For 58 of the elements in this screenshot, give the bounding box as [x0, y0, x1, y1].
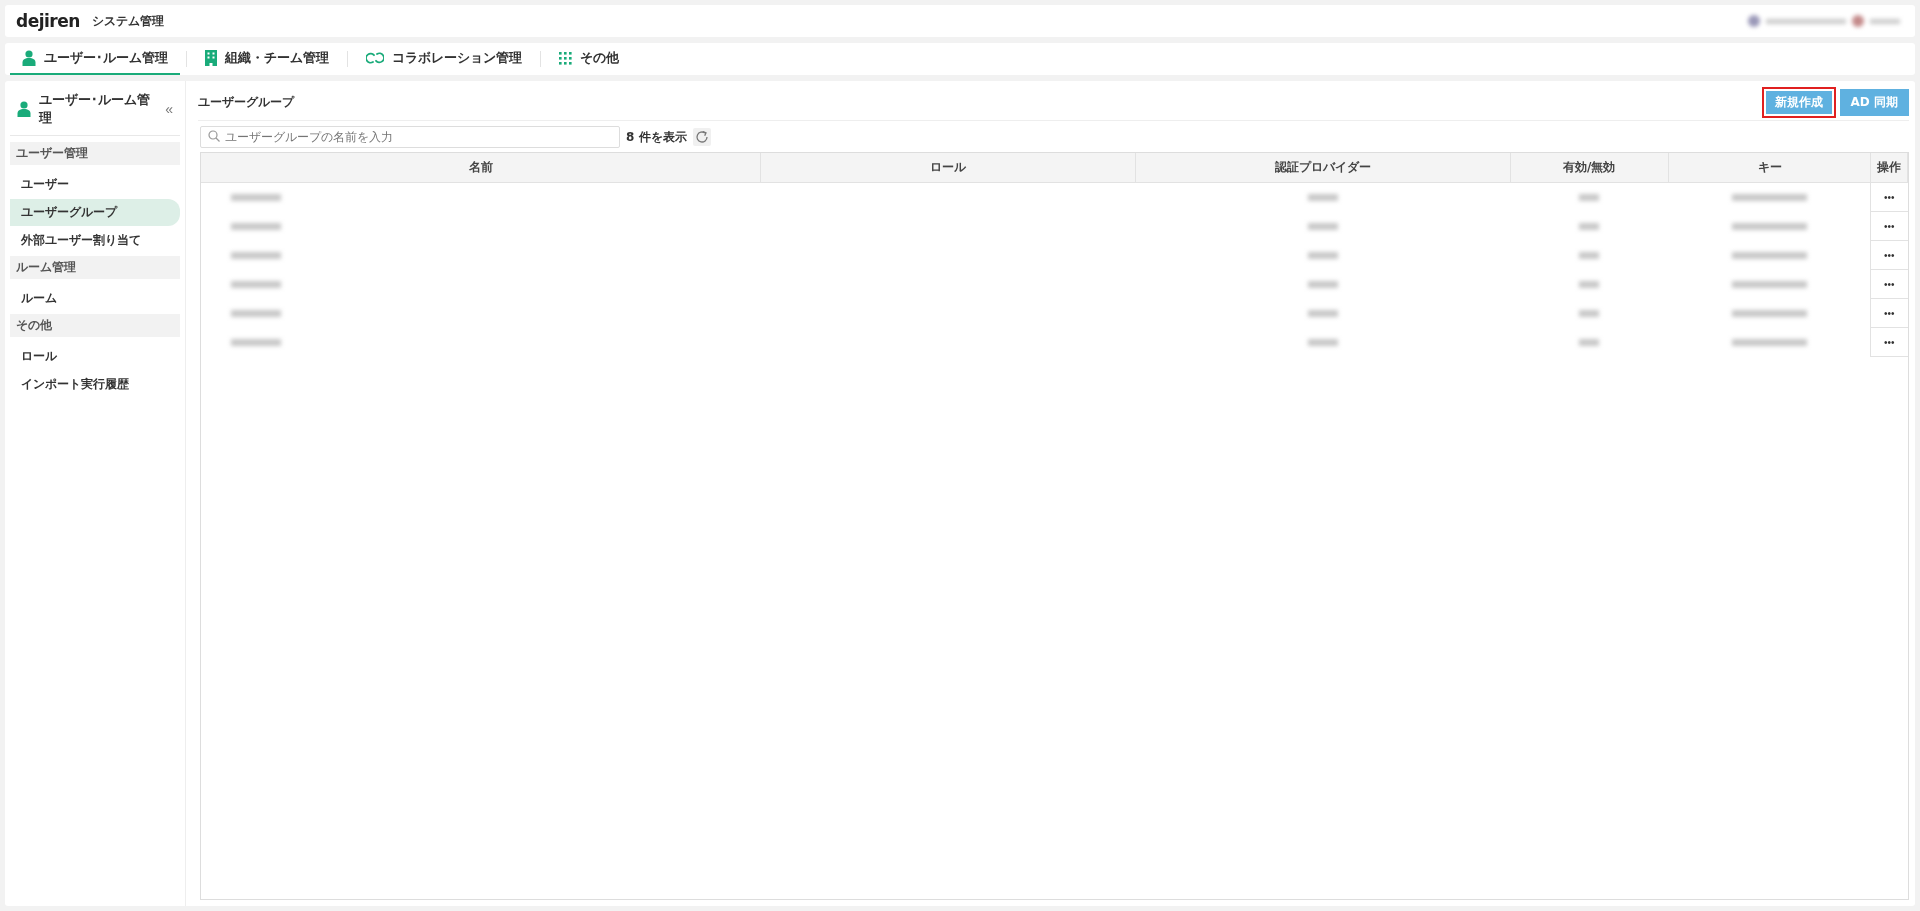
redacted-text: [1307, 310, 1338, 317]
search-field[interactable]: ユーザーグループの名前を入力: [200, 126, 620, 148]
column-header: 名前: [201, 153, 761, 183]
redacted-text: [1307, 281, 1338, 288]
sidebar-title: ユーザー･ルーム管理: [39, 91, 151, 127]
more-button[interactable]: •••: [1882, 220, 1897, 232]
result-count: 8 件を表示: [626, 128, 687, 146]
column-header: ロール: [760, 153, 1136, 183]
section-heading: ルーム管理: [10, 256, 180, 279]
nav-tab[interactable]: コラボレーション管理: [354, 43, 534, 75]
redacted-text: [1307, 223, 1338, 230]
grid-icon: [559, 51, 572, 65]
redacted-text: [1579, 194, 1600, 202]
refresh-icon: [694, 130, 709, 144]
person-icon: [22, 50, 36, 66]
sidebar-item[interactable]: ロール: [10, 343, 180, 370]
more-button[interactable]: •••: [1882, 336, 1897, 348]
sidebar-item[interactable]: ユーザーグループ: [10, 199, 180, 226]
sidebar-item[interactable]: ルーム: [10, 285, 180, 312]
redacted-text: [231, 281, 281, 288]
collapse-button[interactable]: «: [165, 101, 173, 117]
sidebar-item[interactable]: インポート実行履歴: [10, 371, 180, 398]
redacted-text: [1579, 310, 1600, 317]
redacted-text: [231, 310, 281, 317]
sidebar-item[interactable]: 外部ユーザー割り当て: [10, 227, 180, 254]
redacted-text: [231, 339, 281, 346]
redacted-text: [1579, 252, 1600, 259]
building-icon: [205, 50, 217, 66]
more-button[interactable]: •••: [1882, 307, 1897, 319]
more-button[interactable]: •••: [1882, 191, 1897, 203]
redacted-text: [1579, 223, 1600, 230]
refresh-button[interactable]: [692, 128, 711, 146]
search-icon: [208, 130, 220, 142]
more-button[interactable]: •••: [1882, 278, 1897, 290]
column-header: キー: [1668, 153, 1871, 183]
redacted-text: [1579, 339, 1600, 346]
redacted-text: [1579, 281, 1600, 288]
nav-tab[interactable]: 組織・チーム管理: [193, 43, 341, 75]
section-heading: その他: [10, 314, 180, 337]
redacted-text: [231, 194, 281, 202]
column-header: 有効/無効: [1510, 153, 1669, 183]
person-icon: [17, 101, 31, 117]
redacted-text: [231, 252, 281, 259]
nav-tab[interactable]: その他: [547, 43, 631, 75]
redacted-text: [1307, 194, 1338, 202]
redacted-text: [1307, 339, 1338, 346]
page-title: ユーザーグループ: [198, 94, 294, 111]
more-button[interactable]: •••: [1882, 249, 1897, 261]
redacted-text: [1307, 252, 1338, 259]
nav-tab[interactable]: ユーザー･ルーム管理: [10, 43, 180, 75]
redacted-text: [231, 223, 281, 230]
column-header: 認証プロバイダー: [1135, 153, 1511, 183]
column-header: 操作: [1870, 153, 1908, 183]
sidebar-item[interactable]: ユーザー: [10, 171, 180, 198]
logo: dejiren: [16, 11, 80, 31]
link-icon: [366, 52, 384, 64]
app-title: システム管理: [91, 12, 164, 30]
section-heading: ユーザー管理: [10, 142, 180, 165]
